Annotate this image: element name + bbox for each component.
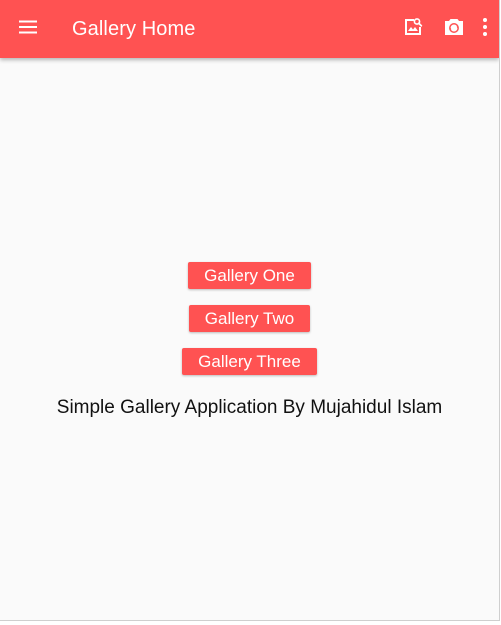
app-caption: Simple Gallery Application By Mujahidul … — [56, 397, 443, 418]
gallery-one-button[interactable]: Gallery One — [188, 262, 311, 289]
app-window: Gallery Home Gallery One Gallery Two Gal… — [0, 0, 500, 621]
app-bar-actions — [387, 14, 493, 44]
menu-icon — [18, 19, 38, 40]
camera-switch-icon — [443, 16, 465, 43]
camera-switch-button[interactable] — [439, 14, 469, 44]
main-content: Gallery One Gallery Two Gallery Three Si… — [0, 58, 499, 620]
menu-button[interactable] — [16, 17, 40, 41]
more-options-button[interactable] — [477, 14, 493, 44]
photo-search-button[interactable] — [398, 14, 428, 44]
app-bar: Gallery Home — [0, 0, 499, 58]
photo-search-icon — [402, 16, 424, 43]
gallery-two-button[interactable]: Gallery Two — [188, 305, 311, 332]
app-title: Gallery Home — [72, 17, 196, 40]
more-vert-icon — [482, 17, 488, 42]
gallery-three-button[interactable]: Gallery Three — [182, 348, 317, 375]
gallery-button-stack: Gallery One Gallery Two Gallery Three — [0, 262, 499, 391]
